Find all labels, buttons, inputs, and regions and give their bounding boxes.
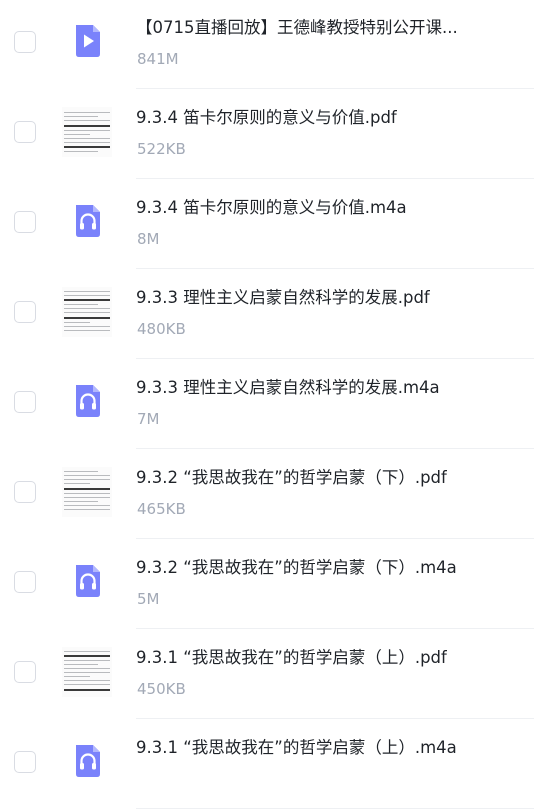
pdf-thumbnail-icon	[62, 287, 112, 337]
row-checkbox[interactable]	[14, 31, 36, 53]
row-checkbox[interactable]	[14, 571, 36, 593]
file-row[interactable]: 9.3.4 笛卡尔原则的意义与价值.pdf 522KB	[0, 89, 534, 179]
file-name: 9.3.2 “我思故我在”的哲学启蒙（下）.pdf	[136, 468, 447, 487]
file-name: 9.3.3 理性主义启蒙自然科学的发展.m4a	[136, 378, 440, 397]
file-name: 9.3.4 笛卡尔原则的意义与价值.m4a	[136, 198, 407, 217]
file-name: 9.3.2 “我思故我在”的哲学启蒙（下）.m4a	[136, 558, 457, 577]
headphones-icon	[64, 377, 112, 425]
headphones-icon	[64, 737, 112, 785]
file-name: 9.3.4 笛卡尔原则的意义与价值.pdf	[136, 108, 397, 127]
file-size: 522KB	[137, 140, 186, 158]
pdf-thumbnail-icon	[62, 107, 112, 157]
file-name: 9.3.3 理性主义启蒙自然科学的发展.pdf	[136, 288, 430, 307]
file-row[interactable]: 9.3.2 “我思故我在”的哲学启蒙（下）.m4a 5M	[0, 539, 534, 629]
play-icon	[64, 17, 112, 65]
file-size: 465KB	[137, 500, 186, 518]
file-size: 8M	[137, 230, 160, 248]
row-checkbox[interactable]	[14, 301, 36, 323]
file-list: 【0715直播回放】王德峰教授特别公开课... 841M 9.3.4 笛卡尔原则…	[0, 0, 534, 809]
file-row[interactable]: 9.3.1 “我思故我在”的哲学启蒙（上）.m4a	[0, 719, 534, 809]
row-checkbox[interactable]	[14, 391, 36, 413]
file-row[interactable]: 【0715直播回放】王德峰教授特别公开课... 841M	[0, 0, 534, 89]
file-row[interactable]: 9.3.3 理性主义启蒙自然科学的发展.m4a 7M	[0, 359, 534, 449]
file-size: 450KB	[137, 680, 186, 698]
file-size: 480KB	[137, 320, 186, 338]
pdf-thumbnail-icon	[62, 647, 112, 697]
row-checkbox[interactable]	[14, 481, 36, 503]
headphones-icon	[64, 197, 112, 245]
file-size: 5M	[137, 590, 160, 608]
file-size: 7M	[137, 410, 160, 428]
file-name: 9.3.1 “我思故我在”的哲学启蒙（上）.pdf	[136, 648, 447, 667]
row-checkbox[interactable]	[14, 121, 36, 143]
file-row[interactable]: 9.3.2 “我思故我在”的哲学启蒙（下）.pdf 465KB	[0, 449, 534, 539]
row-checkbox[interactable]	[14, 751, 36, 773]
file-name: 9.3.1 “我思故我在”的哲学启蒙（上）.m4a	[136, 738, 457, 757]
file-size: 841M	[137, 50, 179, 68]
file-row[interactable]: 9.3.1 “我思故我在”的哲学启蒙（上）.pdf 450KB	[0, 629, 534, 719]
file-row[interactable]: 9.3.3 理性主义启蒙自然科学的发展.pdf 480KB	[0, 269, 534, 359]
file-name: 【0715直播回放】王德峰教授特别公开课...	[136, 18, 458, 37]
headphones-icon	[64, 557, 112, 605]
file-row[interactable]: 9.3.4 笛卡尔原则的意义与价值.m4a 8M	[0, 179, 534, 269]
row-checkbox[interactable]	[14, 661, 36, 683]
pdf-thumbnail-icon	[62, 467, 112, 517]
row-checkbox[interactable]	[14, 211, 36, 233]
